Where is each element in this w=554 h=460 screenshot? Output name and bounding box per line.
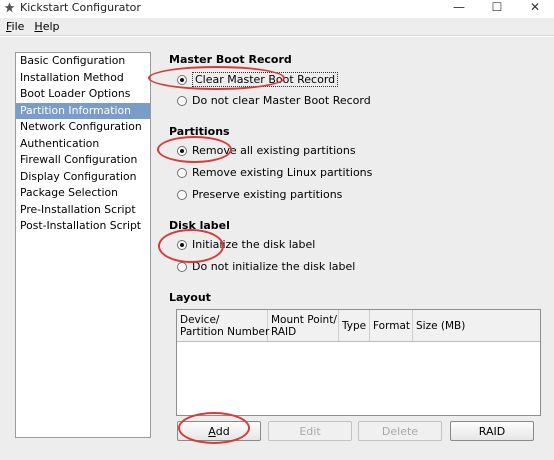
- title-bar: Kickstart Configurator — ☐ ✕: [0, 0, 554, 14]
- radio-unchecked-icon: [177, 167, 187, 178]
- add-button[interactable]: Add: [177, 421, 261, 441]
- disklabel-do-not-initialize-radio[interactable]: Do not initialize the disk label: [177, 260, 355, 273]
- maximize-button[interactable]: ☐: [478, 0, 516, 14]
- menu-file[interactable]: File: [6, 20, 24, 33]
- app-icon: [3, 1, 15, 13]
- radio-unchecked-icon: [177, 95, 187, 106]
- section-list: Basic Configuration Installation Method …: [15, 52, 151, 438]
- disklabel-initialize-label: Initialize the disk label: [192, 238, 316, 251]
- mbr-do-not-clear-radio[interactable]: Do not clear Master Boot Record: [177, 94, 371, 107]
- sidebar-item-installation-method[interactable]: Installation Method: [16, 70, 150, 87]
- sidebar-item-boot-loader-options[interactable]: Boot Loader Options: [16, 86, 150, 103]
- mbr-do-not-clear-label: Do not clear Master Boot Record: [192, 94, 371, 107]
- delete-button[interactable]: Delete: [358, 421, 442, 441]
- raid-button[interactable]: RAID: [450, 421, 534, 441]
- main-panel: Basic Configuration Installation Method …: [0, 37, 554, 460]
- radio-unchecked-icon: [177, 189, 187, 200]
- sidebar-item-post-installation-script[interactable]: Post-Installation Script: [16, 218, 150, 235]
- sidebar-item-pre-installation-script[interactable]: Pre-Installation Script: [16, 202, 150, 219]
- partitions-remove-all-radio[interactable]: Remove all existing partitions: [177, 144, 356, 157]
- partitions-preserve-radio[interactable]: Preserve existing partitions: [177, 188, 342, 201]
- layout-section-title: Layout: [169, 291, 211, 304]
- column-header-format[interactable]: Format: [370, 310, 413, 341]
- disklabel-section-title: Disk label: [169, 219, 230, 232]
- disklabel-initialize-radio[interactable]: Initialize the disk label: [177, 238, 315, 251]
- close-button[interactable]: ✕: [516, 0, 554, 14]
- sidebar-item-package-selection[interactable]: Package Selection: [16, 185, 150, 202]
- menu-help[interactable]: Help: [34, 20, 59, 33]
- mbr-clear-label: Clear Master Boot Record: [192, 72, 339, 87]
- sidebar-item-partition-information[interactable]: Partition Information: [16, 102, 150, 119]
- radio-checked-icon: [177, 145, 187, 156]
- column-header-device[interactable]: Device/Partition Number: [177, 310, 269, 341]
- column-header-size[interactable]: Size (MB): [413, 310, 540, 341]
- sidebar-item-display-configuration[interactable]: Display Configuration: [16, 169, 150, 186]
- partitions-remove-all-label: Remove all existing partitions: [192, 144, 356, 157]
- sidebar-item-authentication[interactable]: Authentication: [16, 136, 150, 153]
- disklabel-do-not-initialize-label: Do not initialize the disk label: [192, 260, 356, 273]
- menu-bar: File Help: [0, 18, 554, 36]
- column-header-mount-point[interactable]: Mount Point/RAID: [268, 310, 339, 341]
- minimize-button[interactable]: —: [440, 0, 478, 14]
- column-header-type[interactable]: Type: [339, 310, 370, 341]
- table-body[interactable]: [177, 342, 540, 416]
- partitions-remove-linux-radio[interactable]: Remove existing Linux partitions: [177, 166, 372, 179]
- sidebar-item-firewall-configuration[interactable]: Firewall Configuration: [16, 152, 150, 169]
- edit-button[interactable]: Edit: [268, 421, 352, 441]
- window-title: Kickstart Configurator: [20, 0, 141, 14]
- sidebar-item-basic-configuration[interactable]: Basic Configuration: [16, 53, 150, 70]
- partition-layout-table[interactable]: Device/Partition Number Mount Point/RAID…: [176, 309, 541, 416]
- partitions-section-title: Partitions: [169, 125, 230, 138]
- sidebar-item-network-configuration[interactable]: Network Configuration: [16, 119, 150, 136]
- mbr-section-title: Master Boot Record: [169, 53, 292, 66]
- radio-checked-icon: [177, 74, 187, 85]
- partitions-preserve-label: Preserve existing partitions: [192, 188, 343, 201]
- table-header: Device/Partition Number Mount Point/RAID…: [177, 310, 540, 342]
- radio-unchecked-icon: [177, 261, 187, 272]
- partitions-remove-linux-label: Remove existing Linux partitions: [192, 166, 373, 179]
- mbr-clear-radio[interactable]: Clear Master Boot Record: [177, 72, 339, 87]
- radio-checked-icon: [177, 239, 187, 250]
